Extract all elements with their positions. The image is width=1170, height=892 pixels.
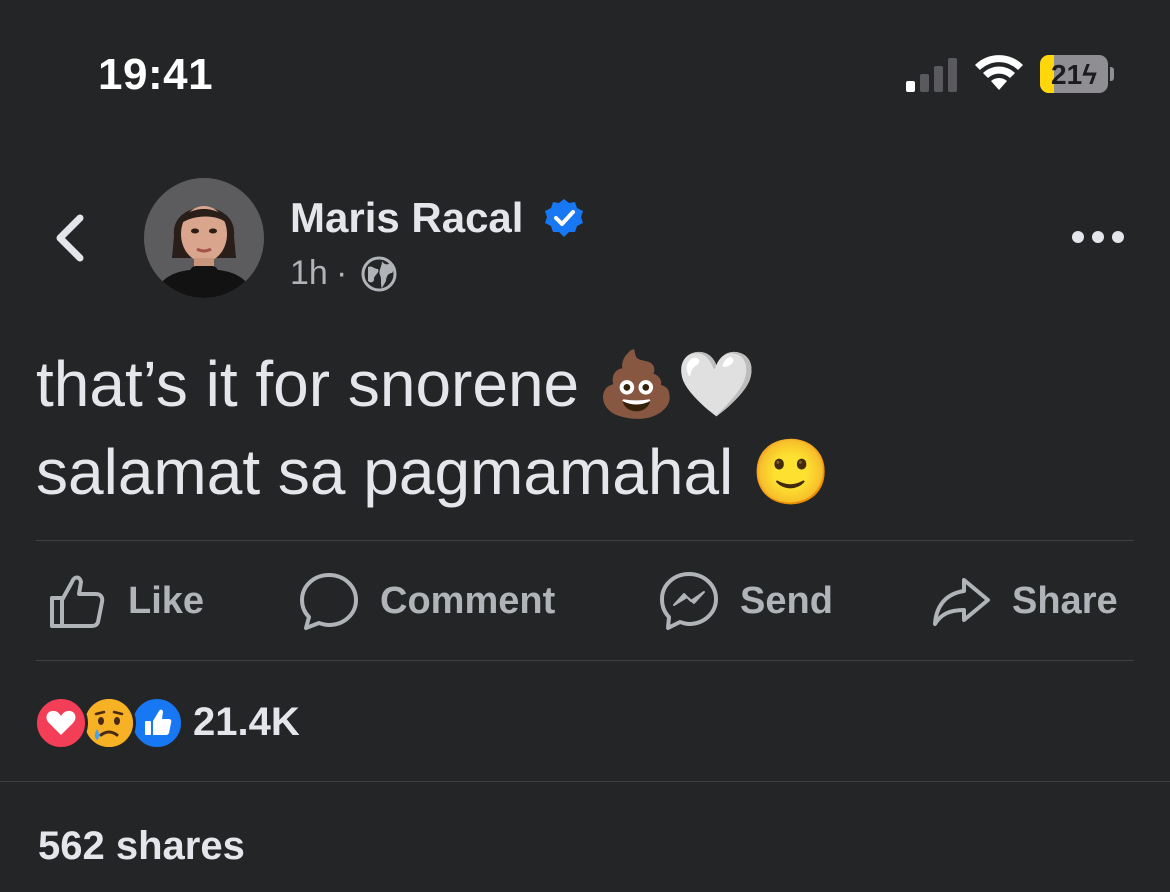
like-button[interactable]: Like: [46, 566, 204, 636]
like-reaction-icon: [130, 696, 184, 750]
share-button[interactable]: Share: [930, 566, 1118, 636]
reactions-summary[interactable]: [34, 696, 184, 750]
wifi-icon: [975, 55, 1023, 90]
love-reaction-icon: [34, 696, 88, 750]
battery-indicator: 21ϟ: [1040, 55, 1108, 93]
reaction-count[interactable]: 21.4K: [193, 700, 300, 745]
like-label: Like: [128, 579, 205, 622]
comment-icon: [300, 573, 358, 630]
battery-nub: [1110, 67, 1114, 81]
thumbs-up-icon: [50, 575, 105, 628]
sad-reaction-icon: [82, 696, 136, 750]
battery-level: 21: [1051, 59, 1083, 90]
comment-label: Comment: [380, 579, 556, 622]
globe-icon: [361, 256, 397, 292]
share-label: Share: [1012, 579, 1118, 622]
charging-bolt-icon: ϟ: [1082, 59, 1097, 90]
post-text-line: that’s it for snorene 💩🤍: [36, 348, 757, 420]
avatar-image: [144, 178, 264, 298]
post-text: that’s it for snorene 💩🤍 salamat sa pagm…: [36, 340, 1136, 516]
author-avatar[interactable]: [144, 178, 264, 298]
battery-level-text: 21ϟ: [1040, 59, 1108, 91]
back-button[interactable]: [48, 210, 92, 266]
post-text-line: salamat sa pagmamahal 🙂: [36, 436, 831, 508]
post-timestamp[interactable]: 1h: [290, 254, 328, 293]
status-time: 19:41: [98, 50, 214, 99]
more-options-icon[interactable]: [1070, 226, 1126, 248]
post-screen: 19:41 21ϟ Maris Racal 1h · that’s it for…: [0, 0, 1170, 892]
divider: [36, 660, 1134, 661]
divider: [0, 781, 1170, 782]
divider: [36, 540, 1134, 541]
send-button[interactable]: Send: [658, 566, 833, 636]
verified-badge-icon: [545, 199, 583, 237]
cellular-signal-icon: [906, 58, 957, 92]
comment-button[interactable]: Comment: [298, 566, 555, 636]
author-name[interactable]: Maris Racal: [290, 194, 523, 242]
meta-separator: ·: [336, 254, 348, 292]
share-arrow-icon: [933, 578, 990, 626]
send-label: Send: [740, 579, 833, 622]
messenger-icon: [660, 572, 718, 630]
shares-count[interactable]: 562 shares: [38, 824, 245, 869]
